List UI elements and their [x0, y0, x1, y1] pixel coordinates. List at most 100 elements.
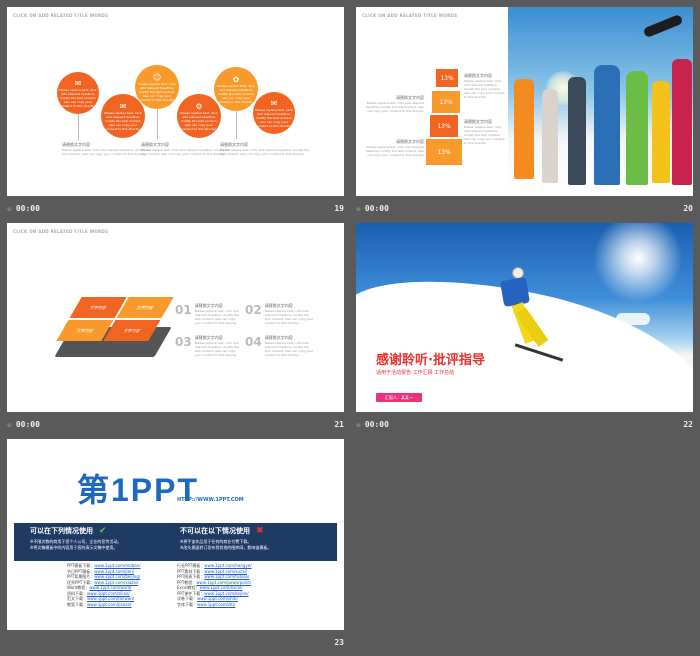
person [514, 79, 534, 179]
left-text-2: 请替换文字内容 Please replace text, click add r… [365, 139, 424, 157]
brand-url: HTTP://WWW.1PPT.COM [177, 497, 244, 503]
resource-link[interactable]: www.1ppt.com/moban/ [94, 563, 140, 568]
right-text-1: 请替换文字内容 Please replace text, click add r… [464, 73, 505, 99]
slide-card-23[interactable]: 第1PPT HTTP://WWW.1PPT.COM 可以在下列情况使用 ✔ ※不… [7, 439, 344, 651]
step-circle-6: ✉ Please replace text, click add relevan… [253, 92, 295, 134]
slide-meta-bar: ☆ 00:00 21 [7, 414, 344, 434]
list-item-4: 04 请替换文字内容 Please replace text, click add… [245, 335, 314, 357]
skier [496, 267, 564, 367]
step-circle-4: ⚙ Please replace text, click add relevan… [177, 94, 221, 138]
slide-timer: ☆ 00:00 [7, 419, 40, 429]
reporter-button[interactable]: 汇报人：某某一 [376, 393, 422, 402]
star-clock-icon: ☆ [7, 419, 12, 429]
percent-cube-1: 13% [436, 69, 458, 87]
right-text-2: 请替换文字内容 Please replace text, click add r… [464, 119, 505, 145]
slide-meta-bar: ☆ 00:00 20 [356, 198, 693, 218]
list-item-1: 01 请替换文字内容 Please replace text, click add… [175, 303, 240, 325]
license-banner: 可以在下列情况使用 ✔ ※不限次数的商用于您个人公司、企业的宣传活动。 ※将文稿… [14, 523, 337, 561]
person [568, 77, 586, 185]
resource-link[interactable]: www.1ppt.com/jiaoan/ [87, 602, 132, 607]
left-text-1: 请替换文字内容 Please replace text, click add r… [365, 95, 424, 113]
slide-thumbnail-23[interactable]: 第1PPT HTTP://WWW.1PPT.COM 可以在下列情况使用 ✔ ※不… [7, 439, 344, 630]
flower-icon: ✿ [232, 74, 240, 84]
caption-2: 请替换文字内容 Please replace text, click add r… [141, 142, 231, 156]
person [652, 81, 670, 183]
stem-line [157, 109, 158, 139]
star-clock-icon: ☆ [7, 203, 12, 213]
thanks-title: 感谢聆听·批评指导 [376, 353, 485, 368]
link-row: 教案下载：www.1ppt.com/jiaoan/ [67, 601, 132, 607]
caption-1: 请替换文字内容 Please replace text, click add r… [62, 142, 152, 156]
slide-card-19[interactable]: CLICK ON ADD RELATED TITLE WORDS ✉ Pleas… [7, 7, 344, 217]
list-item-2: 02 请替换文字内容 Please replace text, click add… [245, 303, 314, 325]
resource-link[interactable]: www.1ppt.com/shiti/ [197, 596, 238, 601]
step-circle-5: ✿ Please replace text, click add relevan… [214, 67, 258, 111]
person [626, 71, 648, 185]
slide-header: CLICK ON ADD RELATED TITLE WORDS [13, 229, 109, 234]
smile-icon: ☺ [152, 72, 162, 82]
slide-timer: ☆ 00:00 [7, 203, 40, 213]
person [672, 59, 692, 185]
slide-header: CLICK ON ADD RELATED TITLE WORDS [362, 13, 458, 18]
brand-logo: 第1PPT [77, 472, 200, 508]
resource-link[interactable]: www.1ppt.com/excel/ [200, 585, 243, 590]
resource-link[interactable]: www.1ppt.com/fanwen/ [87, 596, 134, 601]
percent-cube-3: 13% [430, 115, 458, 137]
slide-thumbnail-19[interactable]: CLICK ON ADD RELATED TITLE WORDS ✉ Pleas… [7, 7, 344, 196]
resource-link[interactable]: www.1ppt.com/ziti/ [197, 602, 235, 607]
resource-link[interactable]: www.1ppt.com/kejian/ [204, 591, 248, 596]
resource-link[interactable]: www.1ppt.com/beijing/ [94, 574, 140, 579]
can-use-section: 可以在下列情况使用 ✔ ※不限次数的商用于您个人公司、企业的宣传活动。 ※将文稿… [30, 526, 122, 550]
resource-link[interactable]: www.1ppt.com/ziliao/ [87, 591, 130, 596]
person [594, 65, 620, 185]
resource-link[interactable]: www.1ppt.com/xiazai/ [94, 580, 138, 585]
slide-meta-bar: ☆ 00:00 22 [356, 414, 693, 434]
resource-link[interactable]: www.1ppt.com/jieri/ [94, 569, 134, 574]
star-clock-icon: ☆ [356, 203, 361, 213]
sun-glow [593, 223, 683, 303]
slide-number: 20 [683, 203, 693, 213]
percent-cube-4: 13% [426, 139, 462, 165]
step-circle-3: ☺ Please replace text, click add relevan… [135, 65, 179, 109]
resource-link[interactable]: www.1ppt.com/hangye/ [204, 563, 251, 568]
thanks-subtitle: 适用于活动报告·工作汇报·工作总结 [376, 370, 455, 376]
cannot-use-section: 不可以在以下情况使用 ✖ ※将手该作品用于任何的商业付费下载。 ※改头换面转订发… [180, 526, 272, 550]
slide-thumbnail-20[interactable]: CLICK ON ADD RELATED TITLE WORDS 13% 13%… [356, 7, 693, 196]
slide-number: 19 [334, 203, 344, 213]
links-right: 行业PPT模板：www.1ppt.com/hangye/ PPT素材下载：www… [177, 563, 297, 607]
mail-icon: ✉ [119, 101, 127, 111]
slide-meta-bar: ☆ 00:00 19 [7, 198, 344, 218]
slide-header: CLICK ON ADD RELATED TITLE WORDS [13, 13, 109, 18]
resource-link[interactable]: www.1ppt.com/tubiao/ [204, 574, 249, 579]
stem-line [78, 114, 79, 140]
links-left: PPT模板下载：www.1ppt.com/moban/ 节日PPT模板：www.… [67, 563, 177, 607]
slide-thumbnail-22[interactable]: 感谢聆听·批评指导 适用于活动报告·工作汇报·工作总结 汇报人：某某一 [356, 223, 693, 412]
list-item-3: 03 请替换文字内容 Please replace text, click add… [175, 335, 240, 357]
stem-line [236, 111, 237, 139]
slide-number: 21 [334, 419, 344, 429]
slide-number: 23 [334, 637, 344, 647]
link-row: 字体下载：www.1ppt.com/ziti/ [177, 601, 236, 607]
resource-link[interactable]: www.1ppt.com/powerpoint/ [196, 580, 251, 585]
slide-thumbnail-21[interactable]: CLICK ON ADD RELATED TITLE WORDS 文字内容 文字… [7, 223, 344, 412]
ski-group-photo [508, 7, 693, 196]
snowboard [642, 13, 684, 39]
caption-3: 请替换文字内容 Please replace text, click add r… [220, 142, 310, 156]
check-icon: ✔ [99, 526, 107, 536]
step-circle-1: ✉ Please replace text, click add relevan… [57, 72, 99, 114]
mail-icon: ✉ [74, 78, 82, 88]
slide-meta-bar: 23 [7, 632, 344, 652]
percent-cube-2: 13% [432, 91, 460, 113]
slide-card-20[interactable]: CLICK ON ADD RELATED TITLE WORDS 13% 13%… [356, 7, 693, 217]
slide-number: 22 [683, 419, 693, 429]
slide-card-22[interactable]: 感谢聆听·批评指导 适用于活动报告·工作汇报·工作总结 汇报人：某某一 ☆ 00:… [356, 223, 693, 433]
person [542, 89, 558, 183]
resource-link[interactable]: www.1ppt.com/word/ [89, 585, 131, 590]
star-clock-icon: ☆ [356, 419, 361, 429]
resource-link[interactable]: www.1ppt.com/sucai/ [204, 569, 247, 574]
block-2: 文字内容 [116, 297, 174, 318]
mail-icon: ✉ [270, 98, 278, 108]
gear-icon: ⚙ [195, 101, 203, 111]
slide-timer: ☆ 00:00 [356, 419, 389, 429]
slide-card-21[interactable]: CLICK ON ADD RELATED TITLE WORDS 文字内容 文字… [7, 223, 344, 433]
